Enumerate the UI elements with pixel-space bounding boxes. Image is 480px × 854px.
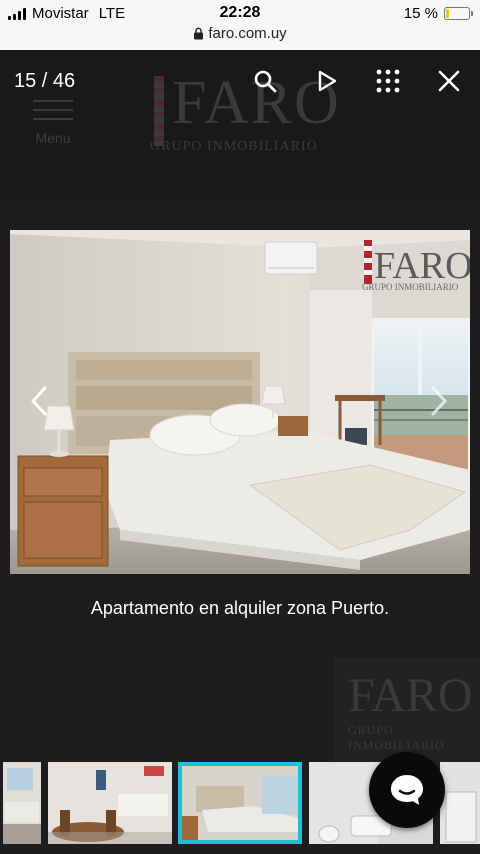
battery-fill xyxy=(446,9,450,18)
status-right: 15 % xyxy=(403,5,473,22)
thumbnail[interactable] xyxy=(48,762,172,844)
image-caption: Apartamento en alquiler zona Puerto. xyxy=(90,598,390,618)
chat-button[interactable] xyxy=(369,752,445,828)
thumbnail-active[interactable] xyxy=(178,762,302,844)
lock-icon xyxy=(194,27,204,40)
status-bar: Movistar LTE 22:28 15 % faro.com.uy xyxy=(0,0,480,50)
next-arrow-icon[interactable] xyxy=(424,383,454,419)
previous-arrow-icon[interactable] xyxy=(24,383,54,419)
url-text: faro.com.uy xyxy=(208,25,287,42)
thumbnail[interactable] xyxy=(3,762,41,844)
battery-icon xyxy=(444,7,473,20)
search-icon[interactable] xyxy=(251,67,279,95)
photo-watermark-word: FARO xyxy=(374,245,470,287)
background-menu-label: Menu xyxy=(35,130,71,146)
photo-watermark-sub: GRUPO INMOBILIARIO xyxy=(362,282,459,292)
background-logo2-sub: GRUPO INMOBILIARIO xyxy=(348,723,445,752)
lightbox-toolbar: 15 / 46 xyxy=(0,50,480,112)
image-counter: 15 / 46 xyxy=(14,70,76,92)
background-logo2-word: FARO xyxy=(348,669,473,722)
background-logo-sub: GRUPO INMOBILIARIO xyxy=(150,139,318,154)
gallery-main-image[interactable]: FARO GRUPO INMOBILIARIO xyxy=(10,230,470,574)
chat-bubble-icon xyxy=(391,775,423,805)
grid-icon[interactable] xyxy=(374,67,402,95)
bedroom-photo: FARO GRUPO INMOBILIARIO xyxy=(10,230,470,574)
battery-percent: 15 % xyxy=(403,5,438,22)
thumbnail[interactable] xyxy=(440,762,480,844)
close-icon[interactable] xyxy=(435,67,463,95)
url-bar[interactable]: faro.com.uy xyxy=(0,25,480,42)
play-icon[interactable] xyxy=(313,67,341,95)
